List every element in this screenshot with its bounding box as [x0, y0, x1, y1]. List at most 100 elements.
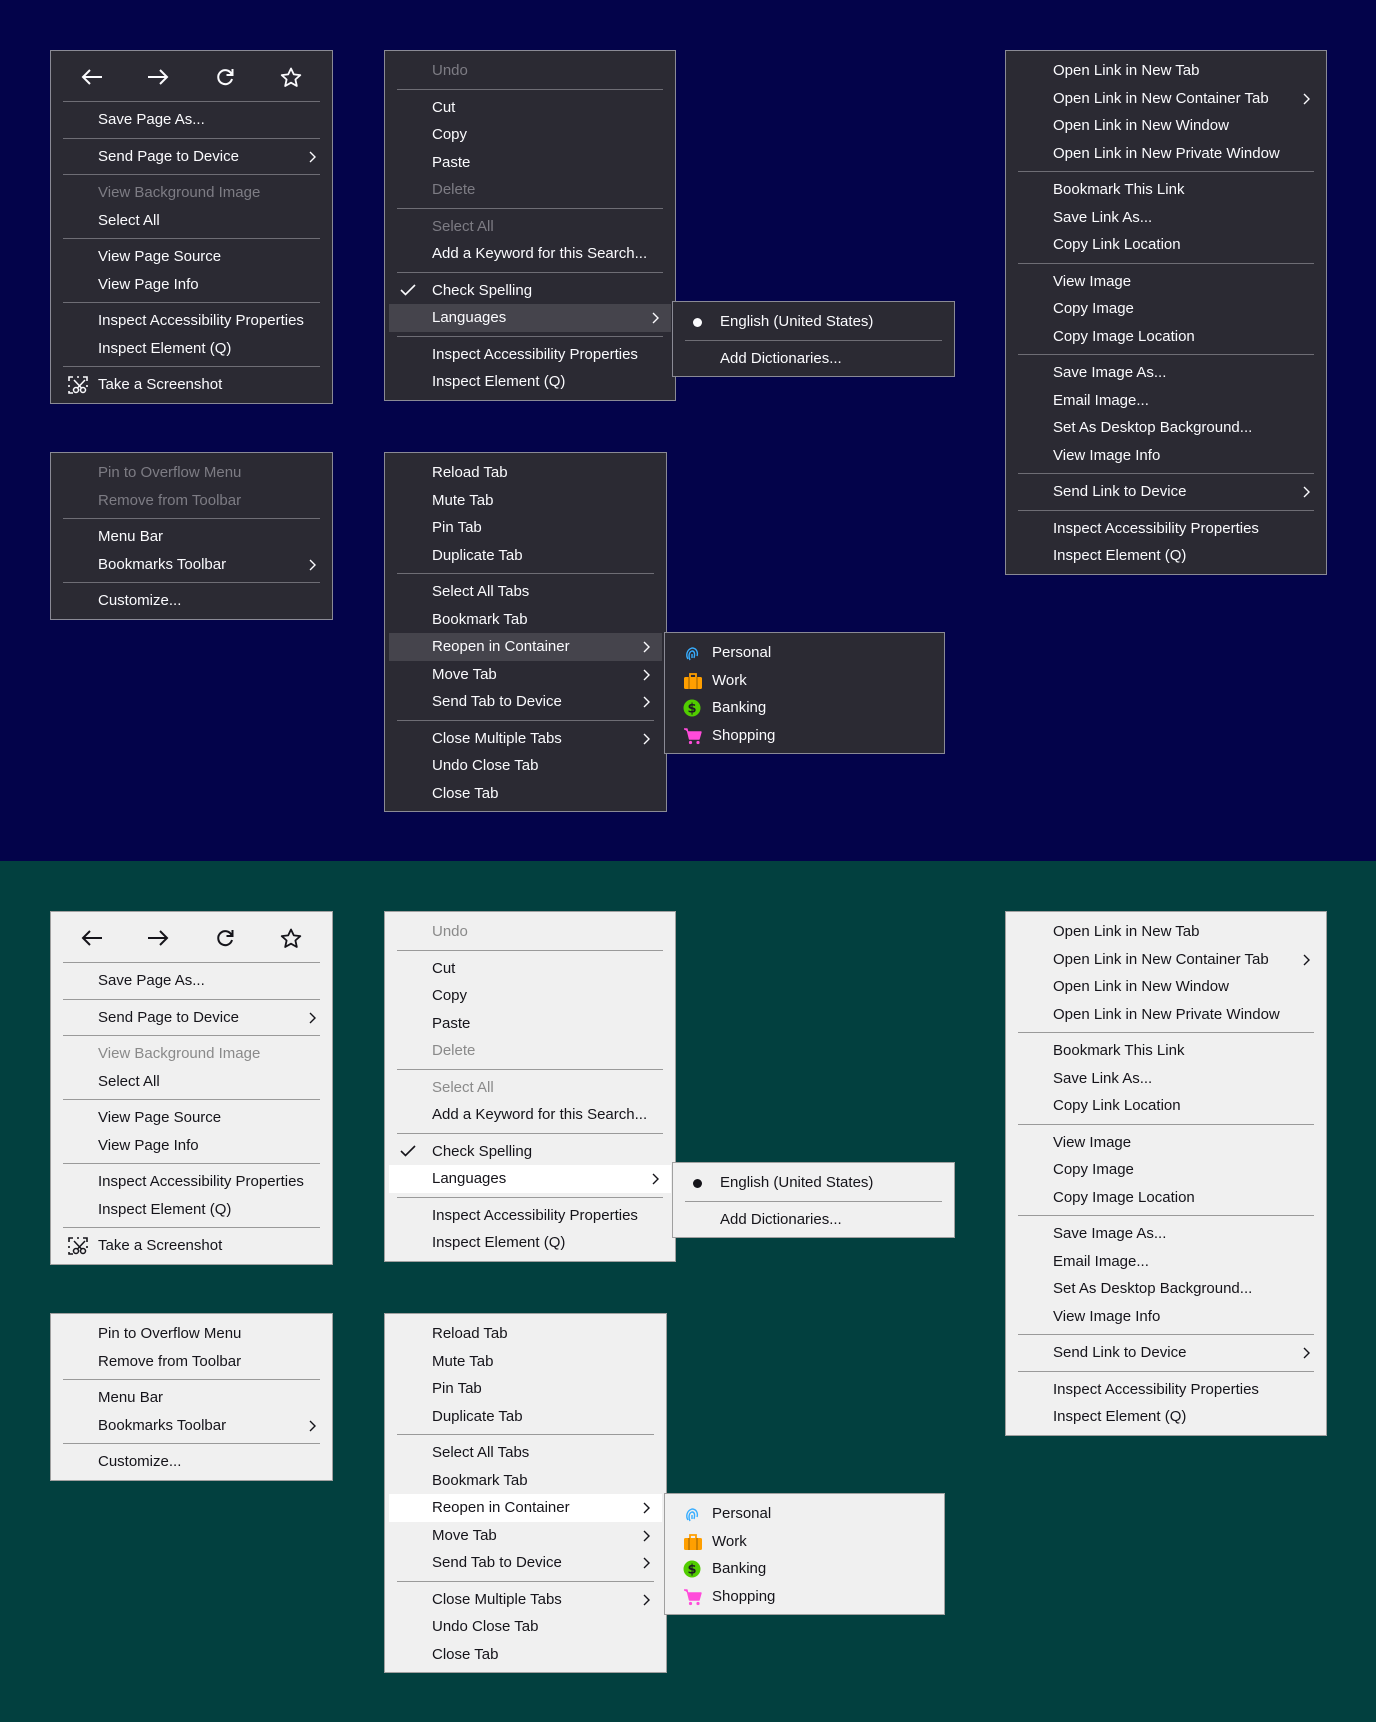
- menuitem-undo[interactable]: Undo: [389, 918, 671, 946]
- menuitem-open-link-in-new-container-tab[interactable]: Open Link in New Container Tab: [1010, 85, 1322, 113]
- menuitem-personal[interactable]: Personal: [669, 1500, 940, 1528]
- menuitem-select-all[interactable]: Select All: [389, 213, 671, 241]
- menuitem-check-spelling[interactable]: Check Spelling: [389, 1138, 671, 1166]
- forward-button[interactable]: [140, 920, 176, 956]
- menuitem-select-all[interactable]: Select All: [55, 207, 328, 235]
- menuitem-view-page-info[interactable]: View Page Info: [55, 271, 328, 299]
- menuitem-inspect-element-q[interactable]: Inspect Element (Q): [389, 1229, 671, 1257]
- menuitem-set-as-desktop-background[interactable]: Set As Desktop Background...: [1010, 414, 1322, 442]
- menuitem-banking[interactable]: $ Banking: [669, 694, 940, 722]
- menuitem-add-dictionaries[interactable]: Add Dictionaries...: [677, 1206, 950, 1234]
- menuitem-menu-bar[interactable]: Menu Bar: [55, 1384, 328, 1412]
- menuitem-close-tab[interactable]: Close Tab: [389, 780, 662, 808]
- menuitem-duplicate-tab[interactable]: Duplicate Tab: [389, 1403, 662, 1431]
- menuitem-inspect-element-q[interactable]: Inspect Element (Q): [1010, 1403, 1322, 1431]
- menuitem-copy[interactable]: Copy: [389, 982, 671, 1010]
- menuitem-close-tab[interactable]: Close Tab: [389, 1641, 662, 1669]
- reload-button[interactable]: [207, 920, 243, 956]
- menuitem-pin-tab[interactable]: Pin Tab: [389, 514, 662, 542]
- menuitem-view-page-info[interactable]: View Page Info: [55, 1132, 328, 1160]
- menuitem-paste[interactable]: Paste: [389, 149, 671, 177]
- menuitem-reload-tab[interactable]: Reload Tab: [389, 1320, 662, 1348]
- menuitem-remove-from-toolbar[interactable]: Remove from Toolbar: [55, 487, 328, 515]
- menuitem-send-page-to-device[interactable]: Send Page to Device: [55, 1004, 328, 1032]
- menuitem-reopen-in-container[interactable]: Reopen in Container: [389, 1494, 662, 1522]
- menuitem-move-tab[interactable]: Move Tab: [389, 1522, 662, 1550]
- menuitem-languages[interactable]: Languages: [389, 304, 671, 332]
- menuitem-remove-from-toolbar[interactable]: Remove from Toolbar: [55, 1348, 328, 1376]
- menuitem-shopping[interactable]: Shopping: [669, 1583, 940, 1611]
- bookmark-star-button[interactable]: [273, 920, 309, 956]
- menuitem-save-link-as[interactable]: Save Link As...: [1010, 204, 1322, 232]
- menuitem-save-page-as[interactable]: Save Page As...: [55, 106, 328, 134]
- menuitem-open-link-in-new-tab[interactable]: Open Link in New Tab: [1010, 918, 1322, 946]
- menuitem-set-as-desktop-background[interactable]: Set As Desktop Background...: [1010, 1275, 1322, 1303]
- menuitem-paste[interactable]: Paste: [389, 1010, 671, 1038]
- menuitem-view-page-source[interactable]: View Page Source: [55, 243, 328, 271]
- menuitem-view-background-image[interactable]: View Background Image: [55, 179, 328, 207]
- menuitem-save-image-as[interactable]: Save Image As...: [1010, 359, 1322, 387]
- reload-button[interactable]: [207, 59, 243, 95]
- menuitem-open-link-in-new-window[interactable]: Open Link in New Window: [1010, 112, 1322, 140]
- menuitem-copy-link-location[interactable]: Copy Link Location: [1010, 1092, 1322, 1120]
- menuitem-send-link-to-device[interactable]: Send Link to Device: [1010, 1339, 1322, 1367]
- menuitem-bookmarks-toolbar[interactable]: Bookmarks Toolbar: [55, 1412, 328, 1440]
- menuitem-view-page-source[interactable]: View Page Source: [55, 1104, 328, 1132]
- forward-button[interactable]: [140, 59, 176, 95]
- menuitem-view-background-image[interactable]: View Background Image: [55, 1040, 328, 1068]
- menuitem-close-multiple-tabs[interactable]: Close Multiple Tabs: [389, 1586, 662, 1614]
- menuitem-move-tab[interactable]: Move Tab: [389, 661, 662, 689]
- menuitem-view-image[interactable]: View Image: [1010, 268, 1322, 296]
- menuitem-bookmarks-toolbar[interactable]: Bookmarks Toolbar: [55, 551, 328, 579]
- menuitem-reload-tab[interactable]: Reload Tab: [389, 459, 662, 487]
- menuitem-view-image-info[interactable]: View Image Info: [1010, 442, 1322, 470]
- menuitem-english-united-states[interactable]: English (United States): [677, 308, 950, 336]
- menuitem-close-multiple-tabs[interactable]: Close Multiple Tabs: [389, 725, 662, 753]
- menuitem-work[interactable]: Work: [669, 667, 940, 695]
- menuitem-mute-tab[interactable]: Mute Tab: [389, 1348, 662, 1376]
- menuitem-bookmark-tab[interactable]: Bookmark Tab: [389, 1467, 662, 1495]
- menuitem-inspect-element-q[interactable]: Inspect Element (Q): [55, 1196, 328, 1224]
- menuitem-inspect-accessibility-properties[interactable]: Inspect Accessibility Properties: [1010, 1376, 1322, 1404]
- menuitem-cut[interactable]: Cut: [389, 955, 671, 983]
- menuitem-send-tab-to-device[interactable]: Send Tab to Device: [389, 688, 662, 716]
- menuitem-copy-link-location[interactable]: Copy Link Location: [1010, 231, 1322, 259]
- menuitem-undo-close-tab[interactable]: Undo Close Tab: [389, 1613, 662, 1641]
- menuitem-send-link-to-device[interactable]: Send Link to Device: [1010, 478, 1322, 506]
- menuitem-select-all-tabs[interactable]: Select All Tabs: [389, 1439, 662, 1467]
- menuitem-copy[interactable]: Copy: [389, 121, 671, 149]
- menuitem-email-image[interactable]: Email Image...: [1010, 387, 1322, 415]
- menuitem-inspect-accessibility-properties[interactable]: Inspect Accessibility Properties: [1010, 515, 1322, 543]
- menuitem-save-link-as[interactable]: Save Link As...: [1010, 1065, 1322, 1093]
- menuitem-select-all[interactable]: Select All: [55, 1068, 328, 1096]
- menuitem-send-tab-to-device[interactable]: Send Tab to Device: [389, 1549, 662, 1577]
- menuitem-inspect-element-q[interactable]: Inspect Element (Q): [55, 335, 328, 363]
- back-button[interactable]: [74, 920, 110, 956]
- menuitem-reopen-in-container[interactable]: Reopen in Container: [389, 633, 662, 661]
- menuitem-banking[interactable]: $ Banking: [669, 1555, 940, 1583]
- menuitem-bookmark-this-link[interactable]: Bookmark This Link: [1010, 176, 1322, 204]
- menuitem-check-spelling[interactable]: Check Spelling: [389, 277, 671, 305]
- menuitem-open-link-in-new-tab[interactable]: Open Link in New Tab: [1010, 57, 1322, 85]
- menuitem-view-image-info[interactable]: View Image Info: [1010, 1303, 1322, 1331]
- menuitem-delete[interactable]: Delete: [389, 176, 671, 204]
- menuitem-open-link-in-new-private-window[interactable]: Open Link in New Private Window: [1010, 140, 1322, 168]
- menuitem-inspect-accessibility-properties[interactable]: Inspect Accessibility Properties: [55, 1168, 328, 1196]
- menuitem-inspect-element-q[interactable]: Inspect Element (Q): [389, 368, 671, 396]
- menuitem-inspect-accessibility-properties[interactable]: Inspect Accessibility Properties: [55, 307, 328, 335]
- menuitem-cut[interactable]: Cut: [389, 94, 671, 122]
- menuitem-shopping[interactable]: Shopping: [669, 722, 940, 750]
- menuitem-take-a-screenshot[interactable]: Take a Screenshot: [55, 371, 328, 399]
- menuitem-pin-to-overflow-menu[interactable]: Pin to Overflow Menu: [55, 1320, 328, 1348]
- menuitem-open-link-in-new-window[interactable]: Open Link in New Window: [1010, 973, 1322, 1001]
- menuitem-copy-image-location[interactable]: Copy Image Location: [1010, 323, 1322, 351]
- menuitem-duplicate-tab[interactable]: Duplicate Tab: [389, 542, 662, 570]
- menuitem-save-page-as[interactable]: Save Page As...: [55, 967, 328, 995]
- menuitem-open-link-in-new-private-window[interactable]: Open Link in New Private Window: [1010, 1001, 1322, 1029]
- menuitem-bookmark-tab[interactable]: Bookmark Tab: [389, 606, 662, 634]
- menuitem-personal[interactable]: Personal: [669, 639, 940, 667]
- menuitem-english-united-states[interactable]: English (United States): [677, 1169, 950, 1197]
- menuitem-work[interactable]: Work: [669, 1528, 940, 1556]
- menuitem-copy-image-location[interactable]: Copy Image Location: [1010, 1184, 1322, 1212]
- menuitem-view-image[interactable]: View Image: [1010, 1129, 1322, 1157]
